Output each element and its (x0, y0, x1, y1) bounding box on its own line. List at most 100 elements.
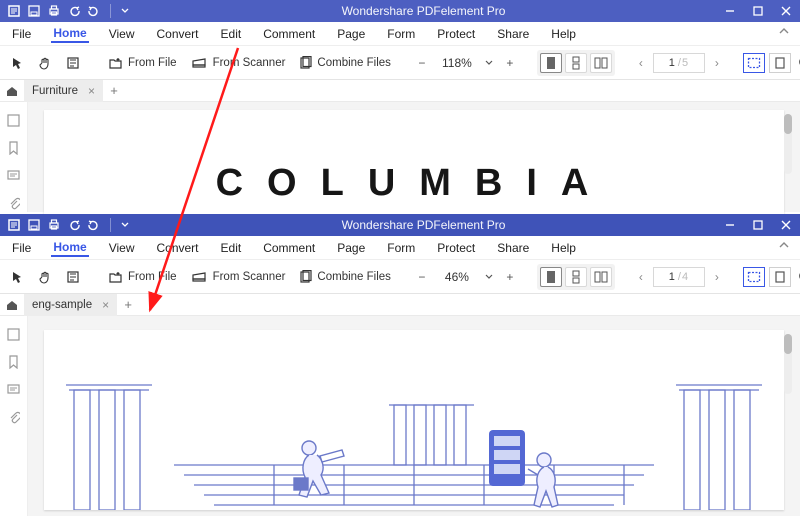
menu-share[interactable]: Share (495, 239, 531, 257)
menu-file[interactable]: File (10, 239, 33, 257)
menu-edit[interactable]: Edit (219, 25, 244, 43)
sidebar (0, 102, 28, 212)
ribbon-collapse-icon[interactable] (778, 25, 790, 37)
maximize-button[interactable] (744, 214, 772, 236)
from-file-button[interactable]: From File (104, 265, 181, 289)
undo-icon[interactable] (66, 217, 82, 233)
save-icon[interactable] (26, 217, 42, 233)
close-button[interactable] (772, 0, 800, 22)
continuous-page-icon[interactable] (565, 53, 587, 73)
menu-view[interactable]: View (107, 25, 137, 43)
print-icon[interactable] (46, 3, 62, 19)
fit-width-icon[interactable] (743, 53, 765, 73)
facing-page-icon[interactable] (590, 53, 612, 73)
save-icon[interactable] (26, 3, 42, 19)
from-scanner-button[interactable]: From Scanner (187, 265, 290, 289)
menu-form[interactable]: Form (385, 25, 417, 43)
menu-protect[interactable]: Protect (435, 239, 477, 257)
from-scanner-button[interactable]: From Scanner (187, 51, 290, 75)
zoom-value[interactable]: 46% (435, 270, 479, 284)
zoom-out-button[interactable]: − (415, 56, 429, 70)
bookmarks-panel-icon[interactable] (6, 140, 22, 156)
next-page-icon[interactable]: › (711, 270, 723, 284)
menu-convert[interactable]: Convert (154, 239, 200, 257)
thumbnails-panel-icon[interactable] (6, 326, 22, 342)
zoom-dropdown-icon[interactable] (485, 273, 497, 281)
zoom-value[interactable]: 118% (435, 56, 479, 70)
zoom-in-button[interactable]: + (503, 56, 517, 70)
single-page-icon[interactable] (540, 267, 562, 287)
scrollbar[interactable] (784, 334, 792, 394)
edit-tool-icon[interactable] (62, 265, 84, 289)
page-field[interactable]: 1/4 (653, 267, 705, 287)
redo-icon[interactable] (86, 3, 102, 19)
fit-page-icon[interactable] (769, 53, 791, 73)
menu-share[interactable]: Share (495, 25, 531, 43)
menu-edit[interactable]: Edit (219, 239, 244, 257)
home-tab-icon[interactable] (0, 84, 24, 98)
from-file-button[interactable]: From File (104, 51, 181, 75)
print-icon[interactable] (46, 217, 62, 233)
menu-protect[interactable]: Protect (435, 25, 477, 43)
minimize-button[interactable] (716, 0, 744, 22)
bookmarks-panel-icon[interactable] (6, 354, 22, 370)
maximize-button[interactable] (744, 0, 772, 22)
zoom-in-button[interactable]: + (503, 270, 517, 284)
ribbon-collapse-icon[interactable] (778, 239, 790, 251)
single-page-icon[interactable] (540, 53, 562, 73)
menu-convert[interactable]: Convert (154, 25, 200, 43)
menu-page[interactable]: Page (335, 239, 367, 257)
titlebar[interactable]: Wondershare PDFelement Pro (0, 0, 800, 22)
combine-files-button[interactable]: Combine Files (295, 265, 395, 289)
quick-tools-dropdown-icon[interactable] (119, 3, 131, 19)
annotations-panel-icon[interactable] (6, 382, 22, 398)
close-tab-icon[interactable]: × (102, 298, 109, 312)
scrollbar[interactable] (784, 114, 792, 174)
titlebar[interactable]: Wondershare PDFelement Pro (0, 214, 800, 236)
attachments-panel-icon[interactable] (6, 196, 22, 212)
menu-page[interactable]: Page (335, 25, 367, 43)
zoom-dropdown-icon[interactable] (485, 59, 497, 67)
menu-help[interactable]: Help (549, 25, 578, 43)
prev-page-icon[interactable]: ‹ (635, 270, 647, 284)
canvas[interactable]: COLUMBIA (28, 102, 800, 212)
menu-file[interactable]: File (10, 25, 33, 43)
close-tab-icon[interactable]: × (88, 84, 95, 98)
fit-width-icon[interactable] (743, 267, 765, 287)
attachments-panel-icon[interactable] (6, 410, 22, 426)
page-field[interactable]: 1/5 (653, 53, 705, 73)
menu-view[interactable]: View (107, 239, 137, 257)
thumbnails-panel-icon[interactable] (6, 112, 22, 128)
menu-home[interactable]: Home (51, 238, 88, 257)
menu-form[interactable]: Form (385, 239, 417, 257)
combine-files-button[interactable]: Combine Files (295, 51, 395, 75)
facing-page-icon[interactable] (590, 267, 612, 287)
document-tab[interactable]: Furniture × (24, 80, 103, 102)
continuous-page-icon[interactable] (565, 267, 587, 287)
next-page-icon[interactable]: › (711, 56, 723, 70)
annotations-panel-icon[interactable] (6, 168, 22, 184)
menu-comment[interactable]: Comment (261, 239, 317, 257)
edit-tool-icon[interactable] (62, 51, 84, 75)
select-tool-icon[interactable] (6, 265, 28, 289)
minimize-button[interactable] (716, 214, 744, 236)
hand-tool-icon[interactable] (34, 51, 56, 75)
app-logo-icon (6, 3, 22, 19)
hand-tool-icon[interactable] (34, 265, 56, 289)
select-tool-icon[interactable] (6, 51, 28, 75)
new-tab-button[interactable]: + (117, 297, 139, 312)
menu-help[interactable]: Help (549, 239, 578, 257)
canvas[interactable] (28, 316, 800, 516)
close-button[interactable] (772, 214, 800, 236)
prev-page-icon[interactable]: ‹ (635, 56, 647, 70)
undo-icon[interactable] (66, 3, 82, 19)
quick-tools-dropdown-icon[interactable] (119, 217, 131, 233)
home-tab-icon[interactable] (0, 298, 24, 312)
zoom-out-button[interactable]: − (415, 270, 429, 284)
menu-comment[interactable]: Comment (261, 25, 317, 43)
new-tab-button[interactable]: + (103, 83, 125, 98)
fit-page-icon[interactable] (769, 267, 791, 287)
menu-home[interactable]: Home (51, 24, 88, 43)
redo-icon[interactable] (86, 217, 102, 233)
document-tab[interactable]: eng-sample × (24, 294, 117, 316)
